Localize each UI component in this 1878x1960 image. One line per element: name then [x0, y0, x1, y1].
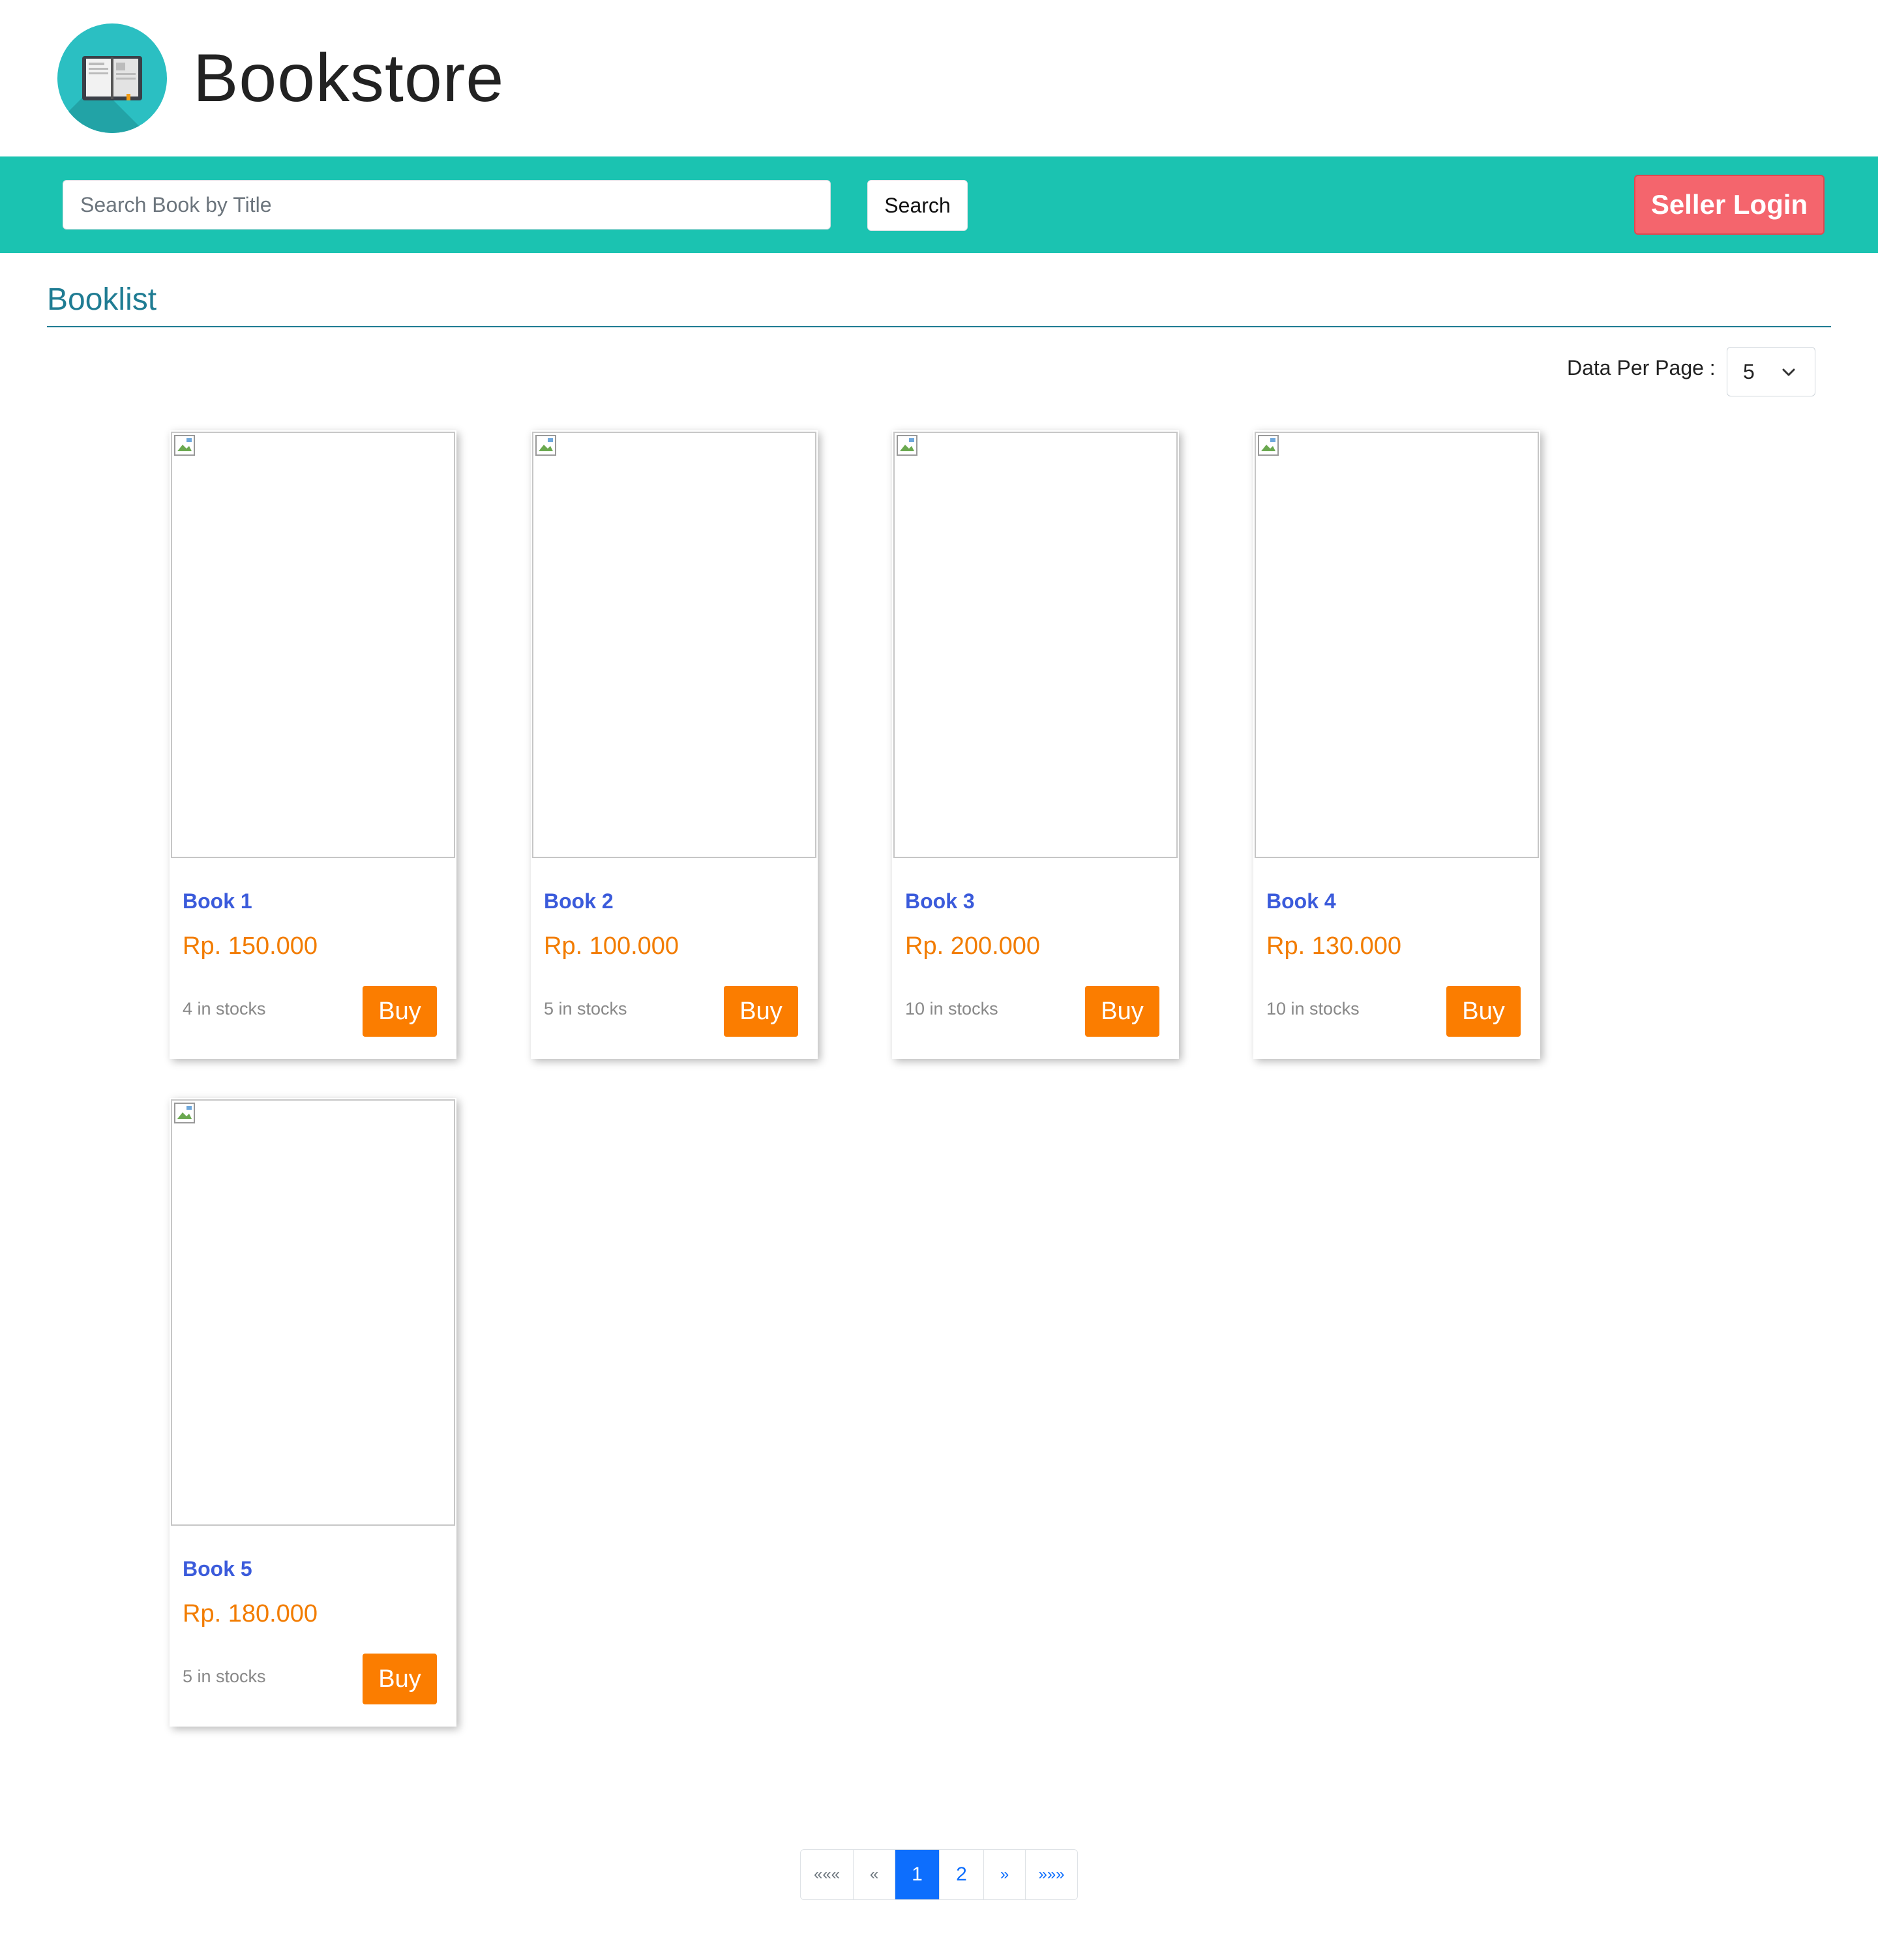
navbar: Search Seller Login: [0, 156, 1878, 253]
book-cover-image: [532, 432, 816, 858]
buy-button[interactable]: Buy: [363, 986, 437, 1037]
book-title[interactable]: Book 2: [544, 889, 614, 913]
buy-button[interactable]: Buy: [724, 986, 798, 1037]
section-divider: [47, 326, 1831, 327]
broken-image-icon: [535, 435, 556, 456]
open-book-icon: [82, 56, 142, 100]
book-price: Rp. 200.000: [905, 932, 1041, 960]
book-card: Book 4 Rp. 130.000 10 in stocks Buy: [1253, 430, 1540, 1059]
per-page-label: Data Per Page :: [1567, 356, 1716, 379]
book-price: Rp. 150.000: [183, 932, 318, 960]
book-cover-image: [171, 432, 455, 858]
buy-button[interactable]: Buy: [1085, 986, 1159, 1037]
book-cover-image: [171, 1099, 455, 1526]
book-stock: 10 in stocks: [905, 999, 998, 1018]
page-next[interactable]: »: [983, 1850, 1025, 1899]
broken-image-icon: [174, 435, 195, 456]
page-first[interactable]: «««: [801, 1850, 853, 1899]
book-card: Book 5 Rp. 180.000 5 in stocks Buy: [170, 1098, 456, 1727]
book-stock: 4 in stocks: [183, 999, 266, 1018]
site-title: Bookstore: [193, 40, 505, 116]
book-price: Rp. 180.000: [183, 1600, 318, 1627]
page-prev[interactable]: «: [853, 1850, 895, 1899]
broken-image-icon: [174, 1103, 195, 1123]
brand[interactable]: Bookstore: [57, 23, 504, 133]
broken-image-icon: [1258, 435, 1279, 456]
seller-login-button[interactable]: Seller Login: [1634, 175, 1825, 235]
book-price: Rp. 130.000: [1266, 932, 1402, 960]
book-title[interactable]: Book 4: [1266, 889, 1336, 913]
book-cover-image: [893, 432, 1178, 858]
book-title[interactable]: Book 1: [183, 889, 252, 913]
book-stock: 10 in stocks: [1266, 999, 1360, 1018]
page-last[interactable]: »»»: [1025, 1850, 1077, 1899]
pagination: ««« « 1 2 » »»»: [800, 1849, 1078, 1900]
book-card: Book 2 Rp. 100.000 5 in stocks Buy: [531, 430, 818, 1059]
chevron-down-icon: [1782, 368, 1795, 376]
page-1[interactable]: 1: [895, 1850, 939, 1899]
section-title: Booklist: [47, 282, 157, 317]
bookstore-logo: [57, 23, 167, 133]
per-page-select[interactable]: 5: [1727, 347, 1815, 396]
book-price: Rp. 100.000: [544, 932, 679, 960]
book-card: Book 1 Rp. 150.000 4 in stocks Buy: [170, 430, 456, 1059]
buy-button[interactable]: Buy: [363, 1654, 437, 1704]
search-button[interactable]: Search: [867, 180, 968, 231]
per-page-value: 5: [1743, 359, 1755, 383]
book-stock: 5 in stocks: [183, 1667, 266, 1686]
search-input[interactable]: [63, 180, 831, 230]
page-2[interactable]: 2: [939, 1850, 983, 1899]
book-cover-image: [1255, 432, 1539, 858]
buy-button[interactable]: Buy: [1446, 986, 1521, 1037]
book-title[interactable]: Book 3: [905, 889, 975, 913]
book-card: Book 3 Rp. 200.000 10 in stocks Buy: [892, 430, 1179, 1059]
book-stock: 5 in stocks: [544, 999, 627, 1018]
broken-image-icon: [897, 435, 917, 456]
book-title[interactable]: Book 5: [183, 1557, 252, 1581]
